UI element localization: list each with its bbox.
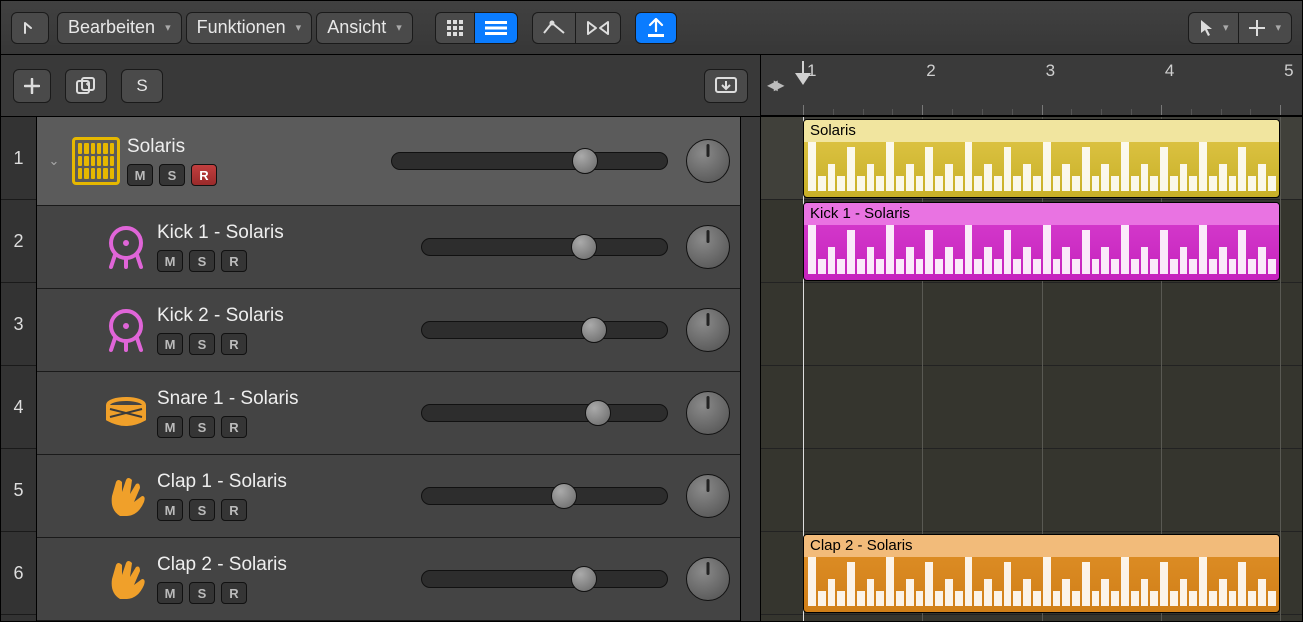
grid-view-button[interactable] <box>435 12 474 44</box>
menu-view[interactable]: Ansicht▾ <box>316 12 413 44</box>
volume-slider[interactable] <box>421 487 668 505</box>
region[interactable]: Clap 2 - Solaris <box>803 534 1280 613</box>
arrange-row[interactable] <box>761 449 1302 532</box>
track-number[interactable]: 4 <box>1 366 36 449</box>
region-name: Kick 1 - Solaris <box>804 203 1279 225</box>
record-button[interactable]: R <box>221 416 247 438</box>
volume-slider[interactable] <box>421 321 668 339</box>
record-button[interactable]: R <box>221 499 247 521</box>
catch-playhead-button[interactable] <box>635 12 677 44</box>
arrange-row[interactable] <box>761 366 1302 449</box>
arrange-area[interactable]: Solaris Kick 1 - Solaris Clap 2 - Solaris <box>761 117 1302 621</box>
kick-icon <box>95 223 157 271</box>
chevron-down-icon: ▾ <box>165 21 171 34</box>
record-button[interactable]: R <box>221 250 247 272</box>
disclosure-triangle[interactable]: ⌄ <box>43 153 65 169</box>
track-name[interactable]: Solaris <box>127 136 377 158</box>
flex-button[interactable] <box>575 12 621 44</box>
pan-knob[interactable] <box>686 139 730 183</box>
track-number[interactable]: 1 <box>1 117 36 200</box>
kick-icon <box>95 306 157 354</box>
global-solo-button[interactable]: S <box>121 69 163 103</box>
solo-button[interactable]: S <box>189 416 215 438</box>
volume-slider[interactable] <box>391 152 668 170</box>
volume-slider[interactable] <box>421 404 668 422</box>
mute-button[interactable]: M <box>157 250 183 272</box>
secondary-tool-button[interactable]: ▾ <box>1238 12 1292 44</box>
chevron-down-icon: ▾ <box>396 21 402 34</box>
region[interactable]: Kick 1 - Solaris <box>803 202 1280 281</box>
track-header-bar: S ◀▶ 12345 <box>1 55 1302 117</box>
solo-button[interactable]: S <box>189 250 215 272</box>
track-number[interactable]: 3 <box>1 283 36 366</box>
solo-button[interactable]: S <box>189 499 215 521</box>
volume-slider[interactable] <box>421 238 668 256</box>
clap-icon <box>95 555 157 603</box>
menu-edit[interactable]: Bearbeiten▾ <box>57 12 182 44</box>
pan-knob[interactable] <box>686 557 730 601</box>
track-header[interactable]: Kick 1 - Solaris MSR <box>37 206 740 289</box>
pointer-tool-button[interactable]: ▾ <box>1188 12 1239 44</box>
track-number-column: 123456 <box>1 117 37 621</box>
track-header[interactable]: Kick 2 - Solaris MSR <box>37 289 740 372</box>
main-toolbar: Bearbeiten▾Funktionen▾Ansicht▾ ▾ <box>1 1 1302 55</box>
track-number[interactable]: 2 <box>1 200 36 283</box>
chevron-down-icon: ▾ <box>296 21 302 34</box>
track-name[interactable]: Clap 1 - Solaris <box>157 471 407 493</box>
track-name[interactable]: Kick 2 - Solaris <box>157 305 407 327</box>
back-up-button[interactable] <box>11 12 49 44</box>
chevron-down-icon: ▾ <box>1275 21 1281 34</box>
pan-knob[interactable] <box>686 391 730 435</box>
timeline-ruler[interactable]: ◀▶ 12345 <box>761 55 1302 116</box>
track-header-list: ⌄SolarisMSRKick 1 - SolarisMSRKick 2 - S… <box>37 117 740 621</box>
track-header-main[interactable]: ⌄ Solaris MSR <box>37 117 740 206</box>
mute-button[interactable]: M <box>157 499 183 521</box>
ruler-mark: 5 <box>1284 61 1293 81</box>
mute-button[interactable]: M <box>127 164 153 186</box>
ruler-mark: 4 <box>1165 61 1174 81</box>
track-number[interactable]: 6 <box>1 532 36 615</box>
solo-button[interactable]: S <box>189 333 215 355</box>
track-header[interactable]: Snare 1 - Solaris MSR <box>37 372 740 455</box>
import-bounce-button[interactable] <box>704 69 748 103</box>
ruler-mark: 2 <box>926 61 935 81</box>
region-name: Solaris <box>804 120 1279 142</box>
pan-knob[interactable] <box>686 225 730 269</box>
drum-machine-icon <box>65 137 127 185</box>
track-header[interactable]: Clap 2 - Solaris MSR <box>37 538 740 621</box>
pan-knob[interactable] <box>686 474 730 518</box>
add-track-button[interactable] <box>13 69 51 103</box>
duplicate-track-button[interactable] <box>65 69 107 103</box>
solo-button[interactable]: S <box>189 582 215 604</box>
region[interactable]: Solaris <box>803 119 1280 198</box>
cycle-locator-icon[interactable]: ◀▶ <box>767 77 781 94</box>
mute-button[interactable]: M <box>157 333 183 355</box>
ruler-mark: 3 <box>1046 61 1055 81</box>
track-name[interactable]: Clap 2 - Solaris <box>157 554 407 576</box>
track-header-gutter <box>740 117 760 621</box>
playhead-marker[interactable] <box>795 73 811 85</box>
track-name[interactable]: Snare 1 - Solaris <box>157 388 407 410</box>
chevron-down-icon: ▾ <box>1223 21 1229 34</box>
pan-knob[interactable] <box>686 308 730 352</box>
mute-button[interactable]: M <box>157 416 183 438</box>
track-number[interactable]: 5 <box>1 449 36 532</box>
record-button[interactable]: R <box>191 164 217 186</box>
record-button[interactable]: R <box>221 333 247 355</box>
clap-icon <box>95 472 157 520</box>
volume-slider[interactable] <box>421 570 668 588</box>
arrange-row[interactable] <box>761 283 1302 366</box>
track-name[interactable]: Kick 1 - Solaris <box>157 222 407 244</box>
region-name: Clap 2 - Solaris <box>804 535 1279 557</box>
mute-button[interactable]: M <box>157 582 183 604</box>
list-view-button[interactable] <box>474 12 518 44</box>
solo-button[interactable]: S <box>159 164 185 186</box>
menu-functions[interactable]: Funktionen▾ <box>186 12 313 44</box>
automation-button[interactable] <box>532 12 575 44</box>
snare-icon <box>95 389 157 437</box>
track-header[interactable]: Clap 1 - Solaris MSR <box>37 455 740 538</box>
record-button[interactable]: R <box>221 582 247 604</box>
